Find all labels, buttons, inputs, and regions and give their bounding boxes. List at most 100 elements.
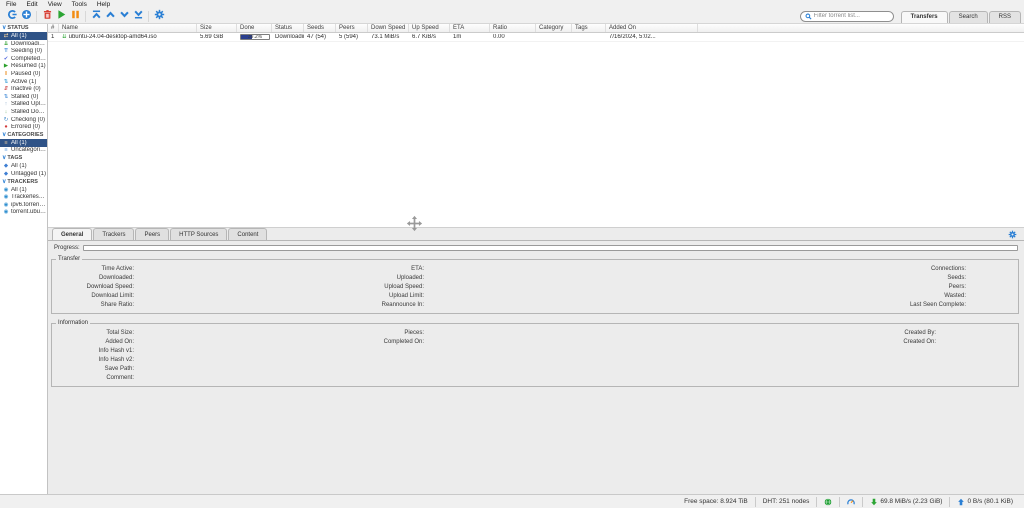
field-label-eta: ETA: [411,265,424,272]
column-header-added-on[interactable]: Added On [606,24,698,32]
sidebar-item-label: Paused (0) [11,70,41,77]
torrent-filter-box[interactable] [799,10,894,22]
move-top-button[interactable] [89,10,103,23]
field-row: Download Limit: Upload Limit: Wasted: [52,291,1018,300]
sidebar-section-tags[interactable]: ∨ TAGS [0,154,47,162]
details-tab-peers[interactable]: Peers [135,228,170,240]
column-header-down-speed[interactable]: Down Speed [368,24,409,32]
sidebar-item-errored-0[interactable]: ● Errored (0) [0,123,47,131]
sidebar-item-paused-0[interactable]: ‖ Paused (0) [0,70,47,78]
sidebar-section-status[interactable]: ∨ STATUS [0,24,47,32]
column-header-name[interactable]: Name [59,24,197,32]
move-up-button[interactable] [103,10,117,23]
category-icon: ≡ [4,139,8,146]
sidebar-item-all-1[interactable]: ◉ All (1) [0,186,47,194]
column-header-tags[interactable]: Tags [572,24,606,32]
sidebar-item-all-1[interactable]: ◆ All (1) [0,162,47,170]
pause-button[interactable] [68,10,82,23]
field-label-last-seen-complete: Last Seen Complete: [909,301,966,308]
column-header-up-speed[interactable]: Up Speed [409,24,450,32]
field-row: Info Hash v2: [52,355,1018,364]
view-tab-search[interactable]: Search [948,10,988,23]
sidebar-item-trackerless-0[interactable]: ◉ Trackerless (0) [0,193,47,201]
sidebar-item-untagged-1[interactable]: ◆ Untagged (1) [0,170,47,178]
sidebar-item-label: Downloading (1) [11,40,47,47]
column-header-category[interactable]: Category [536,24,572,32]
delete-button[interactable] [40,10,54,23]
sidebar-item-seeding-0[interactable]: ⇈ Seeding (0) [0,47,47,55]
sidebar-item-all-1[interactable]: ⇄ All (1) [0,32,47,40]
details-tab-http-sources[interactable]: HTTP Sources [170,228,228,240]
sidebar-section-trackers[interactable]: ∨ TRACKERS [0,178,47,186]
add-torrent-link-icon [7,7,18,25]
details-settings-icon[interactable] [1008,230,1017,239]
sidebar-item-label: Resumed (1) [11,63,46,70]
download-speed-text: 69.8 MiB/s (2.23 GiB) [880,498,943,505]
field-label-uploaded: Uploaded: [396,274,424,281]
qbittorrent-window: FileEditViewToolsHelp TransfersSearchRSS… [0,0,1024,508]
column-header-ratio[interactable]: Ratio [490,24,536,32]
sidebar-item-label: Errored (0) [11,124,41,131]
paused-icon: ‖ [4,70,8,77]
cell-size: 5.69 GiB [200,33,224,40]
resume-button[interactable] [54,10,68,23]
table-row[interactable]: 1 ⇊ ubuntu-24.04-desktop-amd64.iso 5.69 GiB… [48,33,1024,42]
add-torrent-file-icon [21,7,32,25]
column-header-blank[interactable]: # [48,24,59,32]
move-bottom-button[interactable] [131,10,145,23]
cell-done: 39.2% [237,33,272,40]
field-row: Total Size: Pieces: Created By: [52,328,1018,337]
column-header-status[interactable]: Status [272,24,304,32]
filter-input[interactable] [813,13,889,19]
sidebar-item-stalled-0[interactable]: ⇅ Stalled (0) [0,93,47,101]
free-space: Free space: 8.924 TiB [677,497,755,507]
view-tabs: Transfers Search RSS [900,10,1021,23]
sidebar-item-label: Stalled Downlo... [11,108,47,115]
sidebar-item-stalled-downlo[interactable]: ↓Stalled Downlo... [0,108,47,116]
progress-row: Progress: [48,241,1024,253]
sidebar-item-label: All (1) [11,186,27,193]
seeding-icon: ⇈ [3,48,9,55]
add-torrent-link-button[interactable] [5,7,19,25]
sidebar-item-downloading-1[interactable]: ⇊Downloading (1) [0,40,47,48]
view-tab-rss[interactable]: RSS [988,10,1021,23]
main-area: ∨STATUS⇄All (1)⇊Downloading (1)⇈Seeding … [0,24,1024,494]
toolbar-group [149,9,169,23]
cell-eta: 1m [453,33,462,40]
cell-num: 1 [51,33,55,40]
sidebar-item-resumed-1[interactable]: ▶ Resumed (1) [0,63,47,71]
sidebar-item-uncategorized-1[interactable]: ≡Uncategorized (1) [0,147,47,155]
details-tab-content[interactable]: Content [228,228,268,240]
sidebar-item-checking-0[interactable]: ↻ Checking (0) [0,116,47,124]
sidebar-item-stalled-uploadi[interactable]: ↑Stalled Uploadi... [0,101,47,109]
column-header-size[interactable]: Size [197,24,237,32]
speed-limits-toggle[interactable] [839,496,862,507]
view-tab-transfers[interactable]: Transfers [900,10,948,23]
column-header-seeds[interactable]: Seeds [304,24,336,32]
sidebar-item-inactive-0[interactable]: ⇵ Inactive (0) [0,85,47,93]
field-row: Comment: [52,373,1018,382]
sidebar-item-completed-0[interactable]: ✔ Completed (0) [0,55,47,63]
details-tab-trackers[interactable]: Trackers [93,228,135,240]
sidebar-item-active-1[interactable]: ⇅ Active (1) [0,78,47,86]
connection-status[interactable] [816,496,839,507]
move-down-button[interactable] [117,10,131,23]
column-header-peers[interactable]: Peers [336,24,368,32]
toolbar-buttons [2,7,169,25]
dht-nodes: DHT: 251 nodes [754,496,817,507]
add-torrent-file-button[interactable] [19,7,33,25]
field-label-download-speed: Download Speed: [86,283,134,290]
sidebar-item-ipv6-torrent-ubu[interactable]: ◉ipv6.torrent.ubu... [0,201,47,209]
sidebar-item-label: Checking (0) [11,116,46,123]
sidebar-item-label: Uncategorized (1) [11,147,47,154]
sidebar-item-all-1[interactable]: ≡ All (1) [0,139,47,147]
options-button[interactable] [152,9,166,23]
content-area: # Name Size Done Status Seeds Peers Down Speed U… [48,24,1024,494]
details-tab-general[interactable]: General [52,228,93,240]
column-header-done[interactable]: Done [237,24,272,32]
sidebar-item-torrent-ubuntu[interactable]: ◉torrent.ubuntu... [0,209,47,217]
chevron-down-icon: ∨ [2,25,7,32]
column-header-eta[interactable]: ETA [450,24,490,32]
sidebar-section-categories[interactable]: ∨ CATEGORIES [0,131,47,139]
download-speed: 69.8 MiB/s (2.23 GiB) [862,496,949,507]
